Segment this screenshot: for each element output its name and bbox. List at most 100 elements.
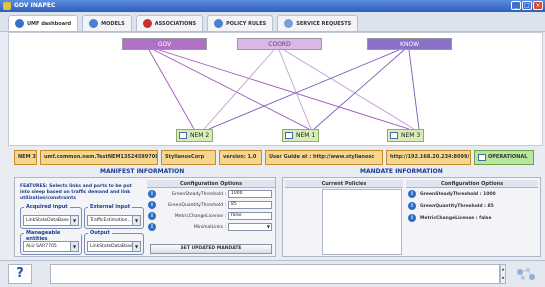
monitor-icon: [390, 132, 398, 139]
models-icon: [89, 19, 99, 28]
tab-label: UMF dashboard: [27, 20, 72, 27]
nem-label: NEM 3: [401, 132, 421, 139]
info-icon: i: [148, 223, 156, 231]
dashboard-icon: [15, 19, 24, 28]
node-gov[interactable]: GOV: [122, 38, 207, 50]
manageable-entities-group: Manageable entities ALU SAR7705 ▼: [20, 230, 82, 255]
service-requests-icon: [284, 19, 294, 28]
node-coord-label: COORD: [268, 41, 291, 48]
external-input-select[interactable]: TrafficEstimation... ▼: [87, 215, 141, 226]
acquired-input-value: LinkStateDataBase: [26, 218, 69, 223]
acquired-input-label: Acquired input: [24, 204, 70, 210]
mandate-config-header: Configuration Options: [406, 180, 538, 188]
bottom-bar: ? ▲ ▼: [0, 260, 545, 287]
output-value: LinkStateDataBase: [90, 244, 133, 249]
message-scrollbar[interactable]: ▲ ▼: [500, 264, 506, 284]
mandate-title: MANDATE INFORMATION: [360, 168, 443, 175]
config-row: i MetricChangeLicense : false: [148, 211, 274, 221]
link-coord-nem2: [203, 49, 275, 130]
tab-label: POLICY RULES: [226, 20, 267, 27]
policy-rules-icon: [214, 19, 224, 28]
node-nem-3[interactable]: NEM 3: [387, 129, 425, 142]
mandate-config-text: GreenQuantityThreshold : 85: [420, 203, 494, 209]
nem-id-field: NEM 3: [14, 150, 37, 165]
config-row: i GreenSteadyThreshold : 1000: [148, 189, 274, 199]
link-know-nem3: [408, 49, 420, 130]
chevron-down-icon: ▼: [132, 242, 140, 251]
green-quantity-threshold-input[interactable]: 85: [228, 201, 272, 209]
chevron-down-icon: ▼: [132, 216, 140, 225]
output-select[interactable]: LinkStateDataBase ▼: [87, 241, 141, 252]
config-label: MetricChangeLicense :: [174, 213, 226, 219]
current-policies-list[interactable]: [322, 189, 402, 255]
tab-label: ASSOCIATIONS: [154, 20, 197, 27]
tab-models[interactable]: MODELS: [82, 15, 132, 31]
manifest-config-header: Configuration Options: [147, 180, 275, 188]
chevron-down-icon: ▼: [70, 216, 78, 225]
chevron-down-icon: ▼: [70, 242, 78, 251]
info-icon: i: [148, 201, 156, 209]
message-area[interactable]: [50, 264, 500, 284]
manifest-features: FEATURES: Selects links and ports to be …: [20, 184, 132, 201]
config-label: MinimalLinks :: [193, 224, 226, 230]
tab-service-requests[interactable]: SERVICE REQUESTS: [277, 15, 359, 31]
monitor-icon: [285, 132, 293, 139]
monitor-icon: [478, 154, 486, 161]
logo-icon: [517, 268, 535, 280]
chevron-down-icon: ▼: [266, 224, 270, 229]
node-gov-label: GOV: [157, 41, 172, 48]
app-icon: [3, 2, 11, 10]
link-gov-nem2: [148, 49, 195, 130]
status-label: OPERATIONAL: [488, 154, 528, 160]
config-label: GreenQuantityThreshold :: [167, 202, 226, 208]
url-field[interactable]: http://192.168.20.234:8099/: [386, 150, 471, 165]
tab-bar: UMF dashboard MODELS ASSOCIATIONS POLICY…: [0, 12, 545, 32]
manageable-entities-select[interactable]: ALU SAR7705 ▼: [23, 241, 79, 252]
nem-label: NEM 1: [296, 132, 316, 139]
external-input-label: External input: [88, 204, 133, 210]
associations-icon: [142, 19, 152, 28]
user-guide-field[interactable]: User Guide at : http://www.stylianosc: [265, 150, 383, 165]
config-label: GreenSteadyThreshold :: [171, 191, 226, 197]
tab-associations[interactable]: ASSOCIATIONS: [135, 15, 204, 31]
minimize-button[interactable]: _: [511, 1, 521, 10]
metric-change-license-input[interactable]: false: [228, 212, 272, 220]
node-nem-1[interactable]: NEM 1: [282, 129, 320, 142]
node-coord[interactable]: COORD: [237, 38, 322, 50]
node-nem-2[interactable]: NEM 2: [176, 129, 214, 142]
tab-policy-rules[interactable]: POLICY RULES: [207, 15, 274, 31]
company-field: StylianosCorp: [161, 150, 216, 165]
tab-label: SERVICE REQUESTS: [296, 20, 352, 27]
acquired-input-group: Acquired input LinkStateDataBase ▼: [20, 204, 82, 229]
help-button[interactable]: ?: [8, 264, 32, 284]
mandate-config-text: GreenSteadyThreshold : 1000: [420, 191, 496, 197]
manageable-entities-value: ALU SAR7705: [26, 244, 57, 249]
link-know-nem1: [313, 49, 405, 130]
mandate-config-row: i MetricChangeLicense : false: [408, 213, 538, 223]
info-icon: i: [408, 202, 416, 210]
nem-info-bar: NEM 3 umf.common.nem.TestNEM135245997089…: [14, 150, 541, 165]
monitor-icon: [179, 132, 187, 139]
status-operational: OPERATIONAL: [474, 150, 534, 165]
mandate-config-row: i GreenSteadyThreshold : 1000: [408, 189, 538, 199]
tab-label: MODELS: [101, 20, 125, 27]
nem-label: NEM 2: [190, 132, 210, 139]
topology-canvas: GOV COORD KNOW NEM 2 NEM 1 NEM 3: [8, 32, 543, 146]
version-field: version: 1.0: [219, 150, 262, 165]
set-updated-mandate-button[interactable]: SET UPDATED MANDATE: [150, 244, 272, 254]
close-button[interactable]: ×: [533, 1, 543, 10]
node-know[interactable]: KNOW: [367, 38, 452, 50]
current-policies-header: Current Policies: [285, 180, 403, 188]
nem-uid-field: umf.common.nem.TestNEM1352459970890: [40, 150, 158, 165]
mandate-config-text: MetricChangeLicense : false: [420, 215, 492, 221]
info-icon: i: [408, 190, 416, 198]
link-gov-nem1: [153, 49, 310, 130]
window-titlebar: GOV INAPEC _ □ ×: [0, 0, 545, 12]
acquired-input-select[interactable]: LinkStateDataBase ▼: [23, 215, 79, 226]
tab-umf-dashboard[interactable]: UMF dashboard: [8, 15, 79, 31]
minimal-links-select[interactable]: ▼: [228, 223, 272, 231]
mandate-config-row: i GreenQuantityThreshold : 85: [408, 201, 538, 211]
green-steady-threshold-input[interactable]: 1000: [228, 190, 272, 198]
maximize-button[interactable]: □: [522, 1, 532, 10]
config-row: i MinimalLinks : ▼: [148, 222, 274, 232]
